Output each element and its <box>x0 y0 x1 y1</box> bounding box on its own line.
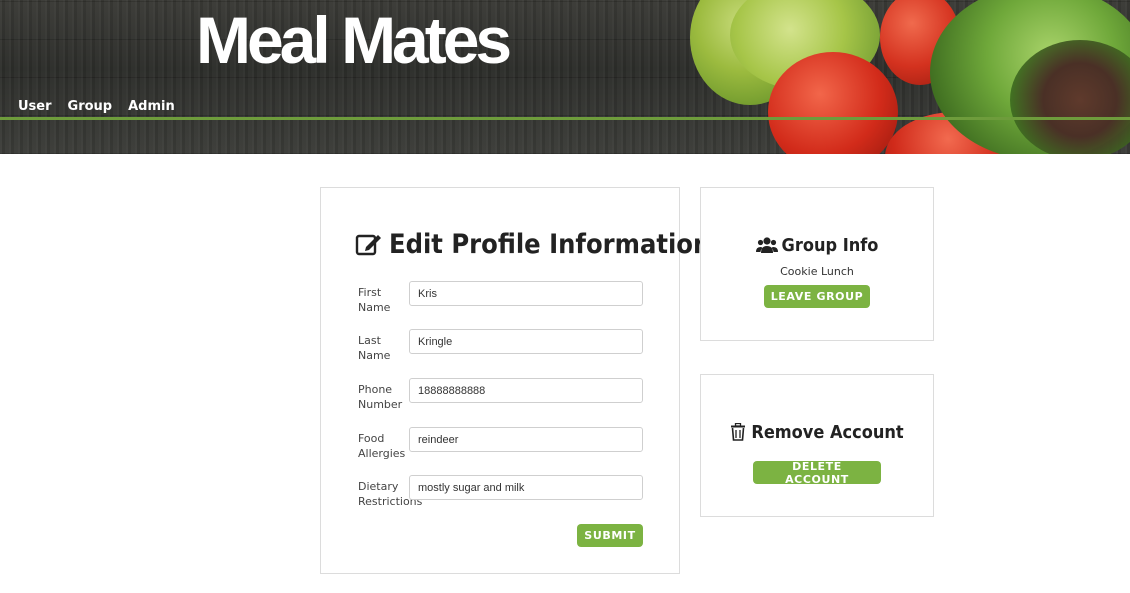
form-row-last-name: Last Name <box>358 329 648 369</box>
edit-icon <box>355 232 383 256</box>
submit-button[interactable]: SUBMIT <box>577 524 643 547</box>
group-name: Cookie Lunch <box>780 265 854 278</box>
form-row-first-name: First Name <box>358 281 648 321</box>
leave-group-button[interactable]: LEAVE GROUP <box>764 285 870 308</box>
form-row-phone: Phone Number <box>358 378 648 418</box>
nav-admin[interactable]: Admin <box>128 99 175 114</box>
form-row-dietary: Dietary Restrictions <box>358 475 648 515</box>
group-info-title: Group Info <box>701 232 933 258</box>
food-allergies-label: Food Allergies <box>358 432 406 460</box>
edit-profile-title-text: Edit Profile Information <box>389 228 711 260</box>
first-name-label: First Name <box>358 286 391 314</box>
site-header: Meal Mates User Group Admin <box>0 0 1130 154</box>
brand-logo[interactable]: Meal Mates <box>196 2 512 78</box>
form-row-allergies: Food Allergies <box>358 427 648 467</box>
dietary-restrictions-field[interactable] <box>409 475 643 500</box>
users-icon <box>755 236 778 254</box>
nav-user[interactable]: User <box>18 99 52 114</box>
first-name-field[interactable] <box>409 281 643 306</box>
header-divider <box>0 117 1130 120</box>
delete-account-button[interactable]: DELETE ACCOUNT <box>753 460 881 486</box>
remove-account-title: Remove Account <box>701 419 933 445</box>
main-nav: User Group Admin <box>18 99 175 114</box>
group-info-card: Group Info Cookie Lunch LEAVE GROUP <box>700 187 934 341</box>
remove-account-title-text: Remove Account <box>751 421 904 443</box>
edit-profile-card: Edit Profile Information First Name Last… <box>320 187 710 574</box>
remove-account-card: Remove Account DELETE ACCOUNT <box>700 374 934 517</box>
food-allergies-field[interactable] <box>409 427 643 452</box>
phone-number-label: Phone Number <box>358 383 403 411</box>
edit-profile-title: Edit Profile Information <box>355 226 710 262</box>
phone-number-field[interactable] <box>409 378 643 403</box>
group-info-title-text: Group Info <box>781 234 879 256</box>
last-name-label: Last Name <box>358 334 391 362</box>
dietary-restrictions-label: Dietary Restrictions <box>358 480 423 508</box>
last-name-field[interactable] <box>409 329 643 354</box>
nav-group[interactable]: Group <box>68 99 113 114</box>
trash-icon <box>730 422 746 441</box>
